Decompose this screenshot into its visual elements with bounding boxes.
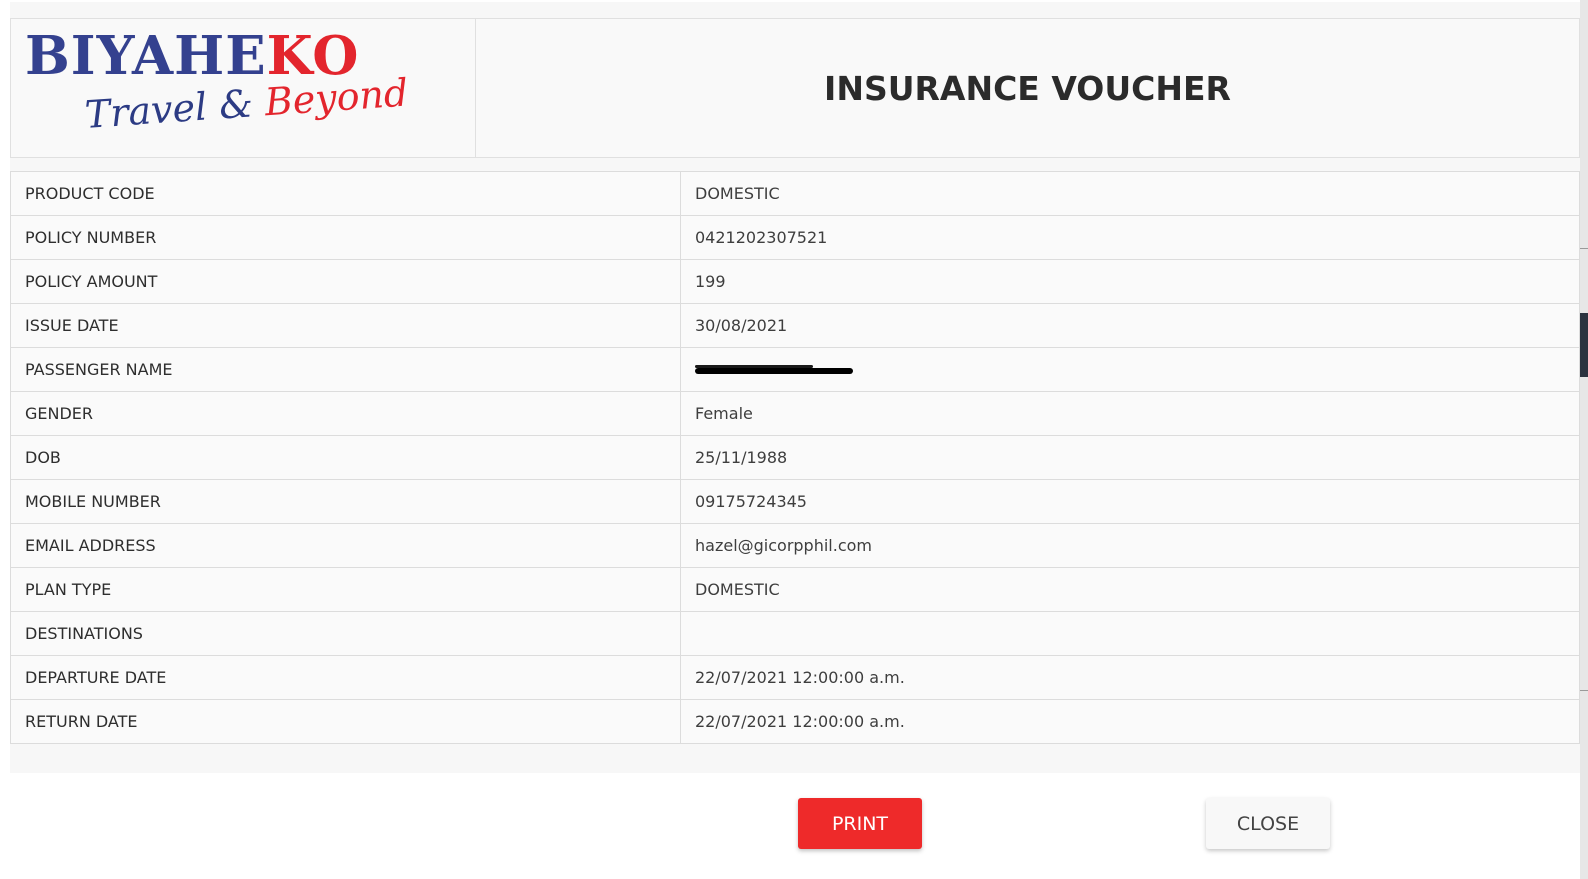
- table-row: GENDER Female: [10, 391, 1580, 436]
- row-value: 09175724345: [680, 479, 1580, 524]
- logo-word-blue: BIYAHE: [25, 25, 267, 87]
- row-label: ISSUE DATE: [10, 303, 681, 348]
- row-label: POLICY NUMBER: [10, 215, 681, 260]
- table-row: DESTINATIONS: [10, 611, 1580, 656]
- background-panel: [1580, 313, 1588, 377]
- row-value: DOMESTIC: [680, 171, 1580, 216]
- table-row: PRODUCT CODE DOMESTIC: [10, 171, 1580, 216]
- row-value: Female: [680, 391, 1580, 436]
- row-value: 22/07/2021 12:00:00 a.m.: [680, 655, 1580, 700]
- logo: BIYAHEKO Travel & Beyond: [11, 19, 476, 157]
- redacted-name: [695, 364, 853, 378]
- row-label: MOBILE NUMBER: [10, 479, 681, 524]
- voucher-modal: BIYAHEKO Travel & Beyond INSURANCE VOUCH…: [0, 0, 1588, 879]
- row-label: GENDER: [10, 391, 681, 436]
- row-label: PRODUCT CODE: [10, 171, 681, 216]
- redaction-bar: [695, 367, 853, 374]
- row-value: 25/11/1988: [680, 435, 1580, 480]
- row-label: RETURN DATE: [10, 699, 681, 744]
- row-value: 199: [680, 259, 1580, 304]
- voucher-header: BIYAHEKO Travel & Beyond INSURANCE VOUCH…: [10, 18, 1580, 158]
- table-row: EMAIL ADDRESS hazel@gicorpphil.com: [10, 523, 1580, 568]
- insurance-voucher: BIYAHEKO Travel & Beyond INSURANCE VOUCH…: [10, 2, 1580, 773]
- row-label: DESTINATIONS: [10, 611, 681, 656]
- row-value: 30/08/2021: [680, 303, 1580, 348]
- row-value: 0421202307521: [680, 215, 1580, 260]
- logo-tagline-travel: Travel: [83, 84, 209, 137]
- row-label: DEPARTURE DATE: [10, 655, 681, 700]
- table-row: DEPARTURE DATE 22/07/2021 12:00:00 a.m.: [10, 655, 1580, 700]
- row-label: PASSENGER NAME: [10, 347, 681, 392]
- table-row: PLAN TYPE DOMESTIC: [10, 567, 1580, 612]
- close-button[interactable]: CLOSE: [1206, 798, 1330, 849]
- row-value: 22/07/2021 12:00:00 a.m.: [680, 699, 1580, 744]
- table-row: MOBILE NUMBER 09175724345: [10, 479, 1580, 524]
- row-label: EMAIL ADDRESS: [10, 523, 681, 568]
- table-row: POLICY NUMBER 0421202307521: [10, 215, 1580, 260]
- title-cell: INSURANCE VOUCHER: [476, 19, 1579, 157]
- logo-tagline-amp: &: [205, 80, 267, 129]
- row-value: [680, 611, 1580, 656]
- logo-tagline-beyond: Beyond: [263, 70, 410, 125]
- passenger-name-value: [680, 347, 1580, 392]
- background-divider: [1580, 690, 1588, 691]
- table-row: RETURN DATE 22/07/2021 12:00:00 a.m.: [10, 699, 1580, 744]
- print-button[interactable]: PRINT: [798, 798, 922, 849]
- table-row: POLICY AMOUNT 199: [10, 259, 1580, 304]
- row-label: DOB: [10, 435, 681, 480]
- row-value: hazel@gicorpphil.com: [680, 523, 1580, 568]
- background-page-edge: [1580, 0, 1588, 879]
- table-row: ISSUE DATE 30/08/2021: [10, 303, 1580, 348]
- voucher-details-table: PRODUCT CODE DOMESTIC POLICY NUMBER 0421…: [10, 171, 1580, 744]
- row-value: DOMESTIC: [680, 567, 1580, 612]
- row-label: PLAN TYPE: [10, 567, 681, 612]
- page-title: INSURANCE VOUCHER: [824, 68, 1231, 108]
- table-row: DOB 25/11/1988: [10, 435, 1580, 480]
- row-label: POLICY AMOUNT: [10, 259, 681, 304]
- background-divider: [1580, 248, 1588, 249]
- table-row: PASSENGER NAME: [10, 347, 1580, 392]
